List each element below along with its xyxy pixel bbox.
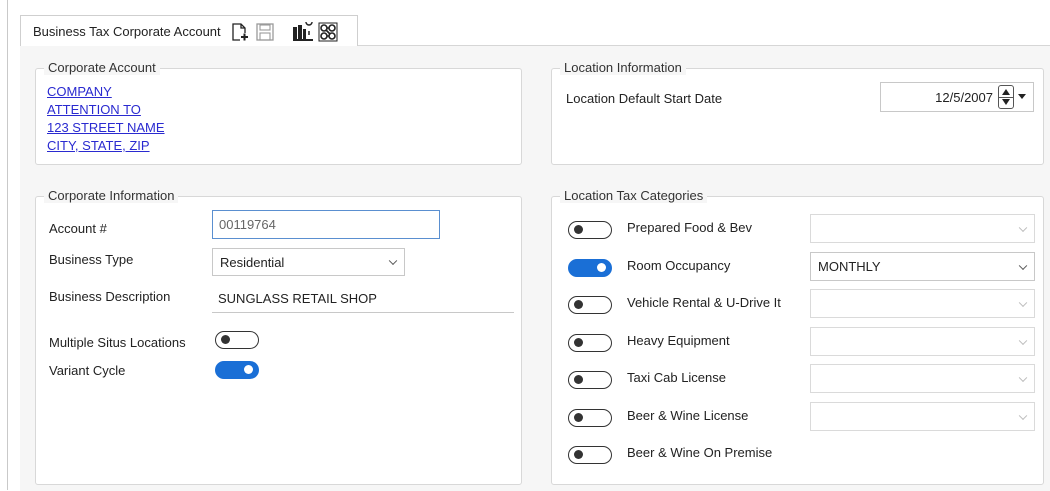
spin-down-icon[interactable] [1002,99,1010,105]
chevron-down-icon [1018,261,1028,270]
chevron-down-icon [1018,223,1028,232]
beer-and-wine-license-frequency-select[interactable] [810,402,1035,431]
chevron-down-icon [388,256,398,266]
business-type-value: Residential [220,254,285,270]
spinner-divider [999,97,1013,98]
toggle-knob [221,335,230,344]
chevron-down-icon [1018,373,1028,382]
corporate-information-group: Corporate Information Account # Business… [35,188,522,485]
date-dropdown-icon[interactable] [1018,94,1026,99]
toggle-knob [574,450,583,459]
business-type-label: Business Type [49,252,134,267]
street-name-link[interactable]: 123 STREET NAME [47,120,165,135]
corporate-account-group: Corporate Account COMPANY ATTENTION TO 1… [35,60,522,165]
location-default-start-date-label: Location Default Start Date [566,91,723,106]
account-number-label: Account # [49,221,107,236]
vehicle-rental-and-u-drive-it-frequency-select[interactable] [810,289,1035,318]
prepared-food-and-bev-frequency-select[interactable] [810,214,1035,243]
new-document-icon[interactable] [229,21,251,43]
vehicle-rental-and-u-drive-it-label: Vehicle Rental & U-Drive It [627,295,781,310]
account-number-input[interactable] [212,210,440,239]
corporate-account-legend: Corporate Account [44,60,160,75]
business-description-input[interactable] [212,285,514,313]
room-occupancy-toggle[interactable] [568,259,612,277]
taxi-cab-license-label: Taxi Cab License [627,370,726,385]
tab-business-tax-corporate-account[interactable]: Business Tax Corporate Account [20,15,358,46]
company-link[interactable]: COMPANY [47,84,112,99]
left-border-line [7,0,8,490]
city-state-zip-link[interactable]: CITY, STATE, ZIP [47,138,150,153]
toggle-knob [597,263,606,272]
beer-and-wine-on-premise-label: Beer & Wine On Premise [627,445,773,460]
heavy-equipment-label: Heavy Equipment [627,333,730,348]
chevron-down-icon [1018,336,1028,345]
variant-cycle-toggle[interactable] [215,361,259,379]
network-icon[interactable] [317,21,339,43]
toggle-knob [574,225,583,234]
date-spinner[interactable] [998,85,1014,109]
prepared-food-and-bev-label: Prepared Food & Bev [627,220,753,235]
chevron-down-icon [1018,411,1028,420]
vehicle-rental-and-u-drive-it-toggle[interactable] [568,296,612,314]
save-icon[interactable] [254,21,276,43]
tab-title: Business Tax Corporate Account [33,24,221,39]
beer-and-wine-license-toggle[interactable] [568,409,612,427]
heavy-equipment-toggle[interactable] [568,334,612,352]
multiple-situs-locations-label: Multiple Situs Locations [49,335,186,350]
toggle-knob [574,338,583,347]
location-default-start-date-picker[interactable]: 12/5/2007 [880,82,1034,112]
room-occupancy-frequency-select[interactable]: MONTHLY [810,252,1035,281]
corporate-information-legend: Corporate Information [44,188,179,203]
location-default-start-date-value: 12/5/2007 [935,90,993,105]
toggle-knob [574,413,583,422]
spin-up-icon[interactable] [1002,89,1010,95]
toggle-knob [574,300,583,309]
prepared-food-and-bev-toggle[interactable] [568,221,612,239]
chevron-down-icon [1018,298,1028,307]
heavy-equipment-frequency-select[interactable] [810,327,1035,356]
variant-cycle-label: Variant Cycle [49,363,126,378]
business-type-select[interactable]: Residential [212,248,405,276]
toggle-knob [244,365,253,374]
location-information-legend: Location Information [560,60,686,75]
multiple-situs-locations-toggle[interactable] [215,331,259,349]
taxi-cab-license-frequency-select[interactable] [810,364,1035,393]
room-occupancy-label: Room Occupancy [627,258,731,273]
room-occupancy-frequency-value: MONTHLY [818,259,881,274]
map-pin-icon[interactable] [292,21,314,43]
taxi-cab-license-toggle[interactable] [568,371,612,389]
beer-and-wine-on-premise-toggle[interactable] [568,446,612,464]
beer-and-wine-license-label: Beer & Wine License [627,408,749,423]
location-tax-categories-legend: Location Tax Categories [560,188,708,203]
business-description-label: Business Description [49,289,171,304]
attention-to-link[interactable]: ATTENTION TO [47,102,141,117]
toggle-knob [574,375,583,384]
